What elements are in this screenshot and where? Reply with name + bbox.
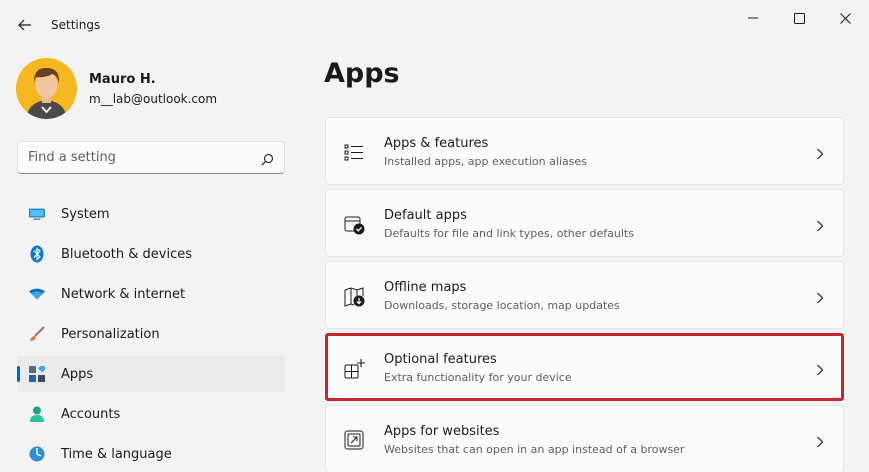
page-title: Apps [324, 58, 400, 89]
back-button[interactable] [10, 10, 40, 40]
card-apps-features[interactable]: Apps & features Installed apps, app exec… [325, 117, 844, 185]
sidebar-item-system[interactable]: System [17, 196, 285, 232]
person-icon [29, 406, 45, 422]
list-icon [344, 142, 366, 164]
sidebar-item-label: Apps [61, 366, 94, 382]
card-subtitle: Defaults for file and link types, other … [384, 227, 634, 240]
map-download-icon [344, 286, 366, 308]
sidebar-nav: System Bluetooth & devices Network & int… [17, 196, 285, 472]
wifi-icon [29, 286, 45, 302]
search-box[interactable] [17, 141, 285, 174]
avatar[interactable] [16, 58, 77, 119]
sidebar-item-label: System [61, 206, 110, 222]
close-button[interactable] [822, 0, 868, 36]
search-input[interactable] [18, 150, 248, 165]
brush-icon [29, 326, 45, 342]
card-subtitle: Downloads, storage location, map updates [384, 299, 620, 312]
sidebar-item-time-language[interactable]: Time & language [17, 436, 285, 472]
maximize-button[interactable] [776, 0, 822, 36]
card-title: Default apps [384, 208, 467, 223]
card-default-apps[interactable]: Default apps Defaults for file and link … [325, 189, 844, 257]
sidebar-item-label: Time & language [61, 446, 172, 462]
card-title: Offline maps [384, 280, 467, 295]
sidebar-item-network[interactable]: Network & internet [17, 276, 285, 312]
chevron-right-icon [816, 145, 824, 164]
bluetooth-icon [29, 245, 45, 263]
sidebar-item-personalization[interactable]: Personalization [17, 316, 285, 352]
sidebar-item-apps[interactable]: Apps [17, 356, 285, 392]
card-title: Apps for websites [384, 424, 500, 439]
sidebar-item-label: Accounts [61, 406, 121, 422]
sidebar-item-label: Bluetooth & devices [61, 246, 192, 262]
card-title: Optional features [384, 352, 497, 367]
card-optional-features[interactable]: Optional features Extra functionality fo… [325, 333, 844, 401]
card-offline-maps[interactable]: Offline maps Downloads, storage location… [325, 261, 844, 329]
open-in-app-icon [344, 430, 366, 452]
system-icon [29, 206, 45, 222]
back-arrow-icon [18, 19, 31, 31]
user-name: Mauro H. [89, 72, 156, 87]
title-bar: Settings [0, 0, 869, 48]
card-subtitle: Extra functionality for your device [384, 371, 572, 384]
apps-icon [29, 366, 45, 382]
app-title: Settings [51, 18, 101, 32]
globe-icon [29, 446, 45, 462]
grid-plus-icon [344, 358, 366, 380]
minimize-icon [748, 17, 758, 19]
card-subtitle: Installed apps, app execution aliases [384, 155, 587, 168]
sidebar-item-label: Personalization [61, 326, 160, 342]
card-subtitle: Websites that can open in an app instead… [384, 443, 685, 456]
card-title: Apps & features [384, 136, 489, 151]
sidebar-item-accounts[interactable]: Accounts [17, 396, 285, 432]
sidebar-item-label: Network & internet [61, 286, 186, 302]
card-apps-for-websites[interactable]: Apps for websites Websites that can open… [325, 405, 844, 472]
close-icon [839, 12, 851, 24]
avatar-image [16, 58, 77, 119]
chevron-right-icon [816, 289, 824, 308]
minimize-button[interactable] [730, 0, 776, 36]
default-apps-icon [344, 214, 366, 236]
user-email: m__lab@outlook.com [89, 92, 218, 106]
settings-cards: Apps & features Installed apps, app exec… [325, 117, 844, 472]
search-icon[interactable] [261, 151, 274, 170]
maximize-icon [793, 12, 805, 24]
sidebar-item-bluetooth[interactable]: Bluetooth & devices [17, 236, 285, 272]
active-indicator [17, 366, 20, 382]
chevron-right-icon [816, 217, 824, 236]
chevron-right-icon [816, 361, 824, 380]
chevron-right-icon [816, 433, 824, 452]
